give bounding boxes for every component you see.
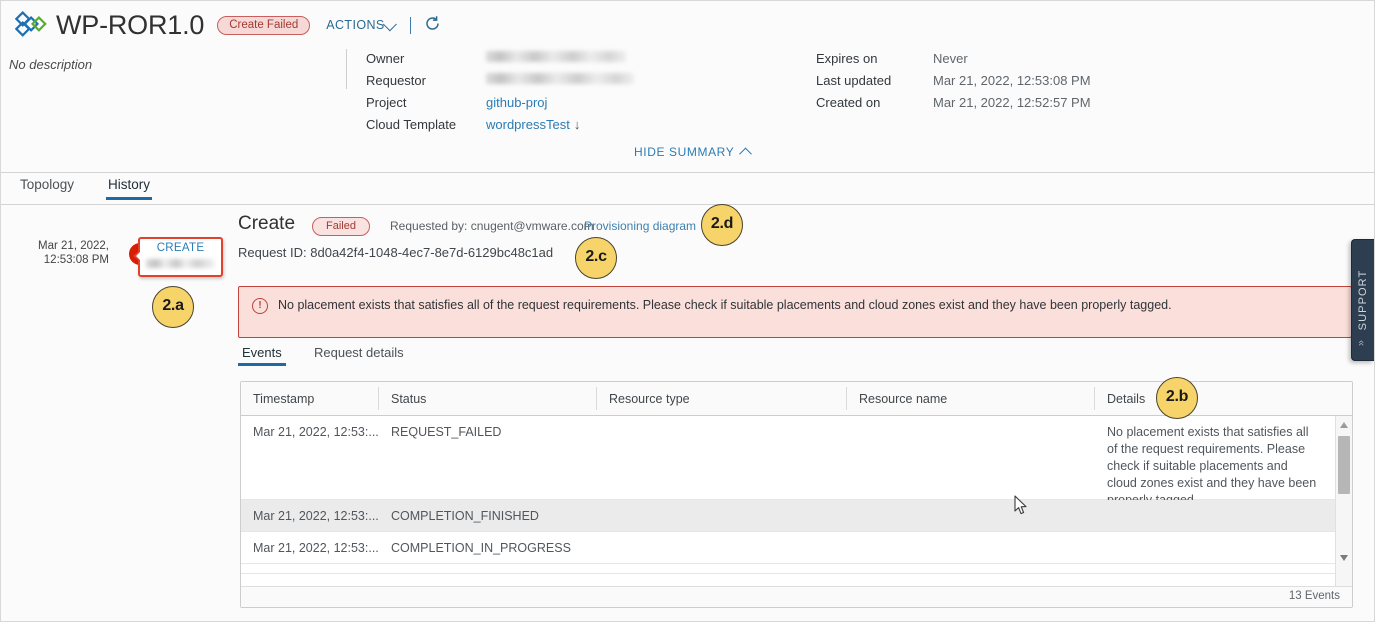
tab-events[interactable]: Events bbox=[238, 345, 286, 366]
table-row[interactable]: Mar 21, 2022, 12:53:... REQUEST_FAILED N… bbox=[241, 416, 1352, 507]
actions-label: ACTIONS bbox=[326, 18, 385, 32]
cell-timestamp: Mar 21, 2022, 12:53:... bbox=[253, 541, 379, 555]
cell-details: No placement exists that satisfies all o… bbox=[1107, 425, 1317, 507]
column-header-details[interactable]: Details bbox=[1107, 392, 1145, 406]
meta-label: Cloud Template bbox=[366, 117, 457, 132]
page-title: WP-ROR1.0 bbox=[56, 9, 205, 40]
request-title: Create bbox=[238, 213, 296, 234]
error-alert-banner: ! No placement exists that satisfies all… bbox=[238, 286, 1352, 338]
meta-label: Last updated bbox=[816, 73, 892, 88]
cell-status: COMPLETION_IN_PROGRESS bbox=[391, 541, 571, 555]
meta-row-expires-on: Expires on Never bbox=[816, 51, 1091, 73]
meta-label: Expires on bbox=[816, 51, 878, 66]
meta-label: Project bbox=[366, 95, 407, 110]
header-divider bbox=[409, 16, 411, 34]
callout-badge-2b: 2.b bbox=[1156, 377, 1198, 419]
support-tab-label: SUPPORT bbox=[1357, 269, 1369, 331]
project-link[interactable]: github-proj bbox=[486, 95, 547, 110]
meta-row-last-updated: Last updated Mar 21, 2022, 12:53:08 PM bbox=[816, 73, 1091, 95]
timeline-create-redacted-value bbox=[146, 259, 215, 268]
column-divider bbox=[846, 387, 847, 410]
scroll-up-arrow-icon[interactable] bbox=[1340, 422, 1348, 428]
callout-badge-2d: 2.d bbox=[701, 204, 743, 246]
support-tab-button[interactable]: SUPPORT « bbox=[1351, 239, 1374, 361]
timeline-timestamp-time: 12:53:08 PM bbox=[43, 254, 109, 266]
events-table-body: Mar 21, 2022, 12:53:... REQUEST_FAILED N… bbox=[241, 416, 1352, 588]
meta-label: Owner bbox=[366, 51, 405, 66]
provisioning-diagram-link[interactable]: Provisioning diagram bbox=[584, 219, 696, 233]
meta-row-project: Project github-proj bbox=[366, 95, 634, 117]
hide-summary-label: HIDE SUMMARY bbox=[634, 145, 735, 159]
meta-value: Mar 21, 2022, 12:52:57 PM bbox=[933, 95, 1091, 110]
meta-value-redacted bbox=[486, 51, 626, 62]
cloud-template-link[interactable]: wordpressTest bbox=[486, 117, 570, 132]
events-count-label: 13 Events bbox=[1288, 590, 1340, 602]
meta-row-cloud-template: Cloud Template wordpressTest ↓ bbox=[366, 117, 634, 139]
vmware-aria-logo-icon bbox=[14, 8, 49, 42]
mouse-cursor-icon bbox=[1014, 495, 1028, 516]
request-status-badge: Failed bbox=[312, 217, 370, 236]
events-table-footer: 13 Events bbox=[241, 586, 1352, 607]
page-tab-bar: Topology History bbox=[1, 174, 1374, 205]
request-id-text: Request ID: 8d0a42f4-1048-4ec7-8e7d-6129… bbox=[238, 245, 554, 260]
refresh-icon[interactable] bbox=[424, 15, 441, 35]
column-header-timestamp[interactable]: Timestamp bbox=[253, 392, 314, 406]
cell-timestamp: Mar 21, 2022, 12:53:... bbox=[253, 509, 379, 523]
meta-row-requestor: Requestor bbox=[366, 73, 634, 95]
scrollbar-thumb[interactable] bbox=[1338, 436, 1350, 494]
column-header-resource-type[interactable]: Resource type bbox=[609, 392, 690, 406]
meta-label: Created on bbox=[816, 95, 881, 110]
timeline-timestamp-date: Mar 21, 2022, bbox=[38, 240, 109, 252]
column-divider bbox=[596, 387, 597, 410]
actions-menu-button[interactable]: ACTIONS bbox=[326, 17, 397, 32]
request-details-page: WP-ROR1.0 Create Failed ACTIONS No descr… bbox=[0, 0, 1375, 622]
cell-status: REQUEST_FAILED bbox=[391, 425, 502, 439]
chevron-double-left-icon: « bbox=[1355, 339, 1368, 347]
meta-row-owner: Owner bbox=[366, 51, 634, 73]
summary-divider bbox=[346, 49, 347, 89]
error-alert-message: No placement exists that satisfies all o… bbox=[278, 298, 1172, 312]
tab-request-details[interactable]: Request details bbox=[314, 345, 404, 366]
meta-value: Mar 21, 2022, 12:53:08 PM bbox=[933, 73, 1091, 88]
table-row-partial[interactable] bbox=[241, 564, 1352, 574]
column-divider bbox=[1094, 387, 1095, 410]
tab-history[interactable]: History bbox=[105, 177, 153, 200]
chevron-up-icon bbox=[739, 147, 753, 160]
column-header-resource-name[interactable]: Resource name bbox=[859, 392, 947, 406]
meta-value-redacted bbox=[486, 73, 634, 84]
download-icon[interactable]: ↓ bbox=[574, 117, 581, 132]
page-header: WP-ROR1.0 Create Failed ACTIONS No descr… bbox=[1, 1, 1374, 173]
hide-summary-button[interactable]: HIDE SUMMARY bbox=[634, 145, 753, 160]
timeline-create-event-card[interactable]: CREATE bbox=[133, 237, 223, 277]
table-row[interactable]: Mar 21, 2022, 12:53:... COMPLETION_FINIS… bbox=[241, 500, 1352, 532]
scroll-down-arrow-icon[interactable] bbox=[1340, 555, 1348, 561]
cell-timestamp: Mar 21, 2022, 12:53:... bbox=[253, 425, 379, 439]
meta-label: Requestor bbox=[366, 73, 426, 88]
column-header-status[interactable]: Status bbox=[391, 392, 426, 406]
error-circle-icon: ! bbox=[252, 298, 268, 314]
column-divider bbox=[378, 387, 379, 410]
timeline-timestamp: Mar 21, 2022, 12:53:08 PM bbox=[21, 239, 109, 267]
meta-row-created-on: Created on Mar 21, 2022, 12:52:57 PM bbox=[816, 95, 1091, 117]
summary-meta-left: Owner Requestor Project github-proj Clou… bbox=[366, 51, 634, 139]
summary-meta-right: Expires on Never Last updated Mar 21, 20… bbox=[816, 51, 1091, 117]
tab-topology[interactable]: Topology bbox=[20, 177, 74, 199]
table-vertical-scrollbar[interactable] bbox=[1335, 416, 1352, 588]
status-badge: Create Failed bbox=[217, 15, 311, 35]
timeline-create-label: CREATE bbox=[156, 242, 205, 254]
callout-badge-2a: 2.a bbox=[152, 286, 194, 328]
callout-badge-2c: 2.c bbox=[575, 237, 617, 279]
cell-status: COMPLETION_FINISHED bbox=[391, 509, 539, 523]
meta-value: Never bbox=[933, 51, 968, 66]
title-row: WP-ROR1.0 Create Failed ACTIONS bbox=[14, 7, 441, 43]
description-text: No description bbox=[9, 57, 93, 72]
table-row[interactable]: Mar 21, 2022, 12:53:... COMPLETION_IN_PR… bbox=[241, 532, 1352, 564]
detail-tab-bar: Events Request details bbox=[238, 345, 1352, 369]
requested-by-text: Requested by: cnugent@vmware.com bbox=[390, 219, 594, 233]
